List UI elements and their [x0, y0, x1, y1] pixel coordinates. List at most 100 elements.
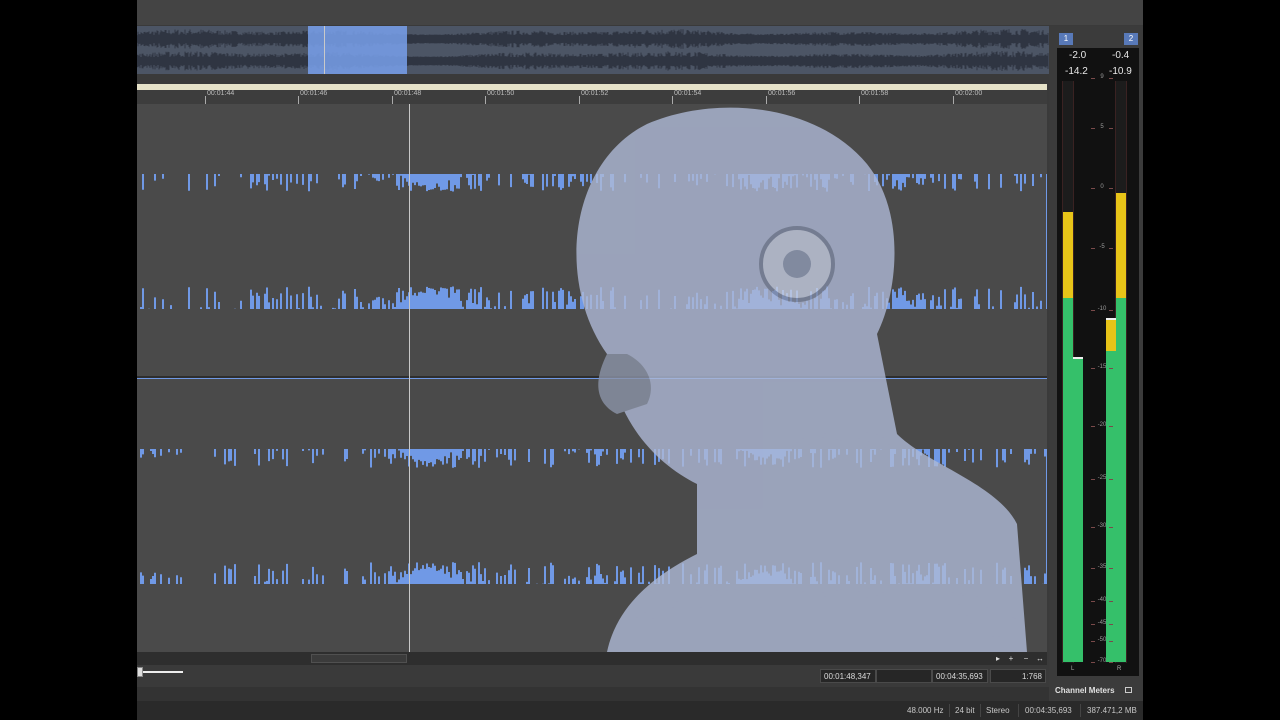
left-meter-peak-bar [1063, 212, 1073, 298]
meter-scale-tick [1091, 641, 1095, 642]
left-peak-readout: -2.0 [1069, 50, 1087, 61]
meter-scale-tick [1091, 527, 1095, 528]
horizontal-scrollbar[interactable]: ▸ + − ↔ [137, 652, 1047, 665]
meter-scale-label: 9 [1100, 74, 1104, 80]
meter-scale-label: -30 [1097, 523, 1107, 529]
status-sample-rate: 48.000 Hz [907, 706, 944, 715]
meter-scale-tick [1109, 310, 1113, 311]
restore-icon[interactable] [1125, 687, 1132, 693]
channel-1-badge[interactable]: 1 [1059, 33, 1073, 45]
meter-scale-label: -70 [1097, 658, 1107, 664]
status-bar: 48.000 Hz 24 bit Stereo 00:04:35,693 387… [137, 701, 1143, 720]
status-free-space: 387.471,2 MB [1087, 706, 1137, 715]
right-meter-rms-peak-bar [1106, 320, 1116, 351]
meter-display: -2.0 -0.4 -14.2 -10.9 9 5 0 -5 -10 -15 -20 -25 -… [1057, 48, 1139, 676]
meter-scale-tick [1109, 662, 1113, 663]
meter-scale-tick [1091, 601, 1095, 602]
meter-scale-tick [1109, 568, 1113, 569]
selection-end-field[interactable] [876, 669, 932, 683]
toolbar-strip [137, 0, 1143, 25]
ruler-tick: 00:01:54 [671, 90, 702, 104]
right-meter-hold [1106, 318, 1116, 321]
meter-scale-tick [1109, 479, 1113, 480]
selection-bar: 00:01:48,347 00:04:35,693 1:768 [137, 665, 1047, 687]
zoom-out-icon[interactable]: − [1020, 652, 1032, 665]
right-meter-rms-bar [1106, 350, 1116, 662]
meter-scale-tick [1091, 188, 1095, 189]
ruler-tick: 00:01:50 [484, 90, 515, 104]
ruler-tick: 00:02:00 [952, 90, 983, 104]
status-divider [1080, 704, 1081, 717]
meter-scale-label: -20 [1097, 422, 1107, 428]
status-divider [949, 704, 950, 717]
meter-scale-label: -5 [1099, 244, 1105, 250]
status-bit-depth: 24 bit [955, 706, 975, 715]
meter-scale-tick [1091, 78, 1095, 79]
meter-scale-tick [1091, 310, 1095, 311]
meter-scale-tick [1091, 568, 1095, 569]
meter-scale-tick [1109, 78, 1113, 79]
meter-scale-tick [1091, 368, 1095, 369]
robot-ear-core [783, 250, 811, 278]
right-rms-readout: -10.9 [1109, 66, 1132, 77]
zoom-in-icon[interactable]: + [1005, 652, 1017, 665]
meter-scale-label: -45 [1097, 620, 1107, 626]
meter-scale-label: 5 [1100, 124, 1104, 130]
meter-scale-label: -40 [1097, 597, 1107, 603]
left-meter-hold [1073, 356, 1083, 359]
meter-scale-label: 0 [1100, 184, 1104, 190]
meter-scale-tick [1109, 624, 1113, 625]
overview-cursor [324, 26, 325, 74]
ruler-tick: 00:01:52 [578, 90, 609, 104]
meter-scale-label: -25 [1097, 475, 1107, 481]
meter-scale-label: -35 [1097, 564, 1107, 570]
ruler-tick: 00:01:58 [858, 90, 889, 104]
playback-cursor[interactable] [409, 104, 410, 652]
selection-length-field[interactable]: 00:04:35,693 [932, 669, 988, 683]
right-peak-readout: -0.4 [1112, 50, 1130, 61]
waveform-lane [137, 29, 1049, 49]
meter-scale-label: -15 [1097, 364, 1107, 370]
status-channels: Stereo [986, 706, 1010, 715]
channel-2-badge[interactable]: 2 [1124, 33, 1138, 45]
meter-scale-tick [1091, 624, 1095, 625]
channel-meters-panel: 1 2 -2.0 -0.4 -14.2 -10.9 9 5 0 -5 -10 -15 -20… [1049, 26, 1143, 701]
right-channel-letter: R [1117, 666, 1122, 672]
left-meter-rms-bar [1073, 358, 1083, 662]
status-duration: 00:04:35,693 [1025, 706, 1072, 715]
meter-scale-tick [1109, 188, 1113, 189]
waveform-lane [137, 51, 1049, 71]
fit-icon[interactable]: ↔ [1034, 652, 1046, 665]
ruler-tick: 00:01:44 [204, 90, 235, 104]
meter-scale-tick [1109, 527, 1113, 528]
meter-scale-tick [1091, 426, 1095, 427]
sound-editor-window: 00:01:44 00:01:46 00:01:48 00:01:50 00:0… [137, 0, 1143, 720]
time-ruler[interactable]: 00:01:44 00:01:46 00:01:48 00:01:50 00:0… [137, 90, 1047, 105]
meter-scale-tick [1091, 248, 1095, 249]
overview-selection[interactable] [308, 26, 407, 74]
overview-waveform[interactable] [137, 26, 1049, 74]
overview-gap [137, 74, 1049, 84]
selection-start-field[interactable]: 00:01:48,347 [820, 669, 876, 683]
overview-waveform-graphic [137, 29, 1049, 71]
left-rms-readout: -14.2 [1065, 66, 1088, 77]
waveform-view[interactable] [137, 104, 1047, 652]
meter-scale-tick [1109, 368, 1113, 369]
meter-scale-tick [1109, 128, 1113, 129]
status-divider [980, 704, 981, 717]
meter-scale-tick [1109, 248, 1113, 249]
scrollbar-thumb[interactable] [311, 654, 407, 663]
meter-scale-label: -50 [1097, 637, 1107, 643]
meter-scale-tick [1091, 662, 1095, 663]
left-channel-letter: L [1071, 666, 1075, 672]
zoom-slider[interactable] [139, 671, 183, 673]
ruler-tick: 00:01:56 [765, 90, 796, 104]
status-divider [1018, 704, 1019, 717]
meter-scale-tick [1109, 641, 1113, 642]
ruler-tick: 00:01:48 [391, 90, 422, 104]
play-icon[interactable]: ▸ [992, 652, 1004, 665]
meter-scale-tick [1109, 426, 1113, 427]
zoom-ratio-field[interactable]: 1:768 [990, 669, 1046, 683]
left-meter-level-bar [1063, 297, 1073, 662]
zoom-slider-knob[interactable] [137, 667, 143, 677]
